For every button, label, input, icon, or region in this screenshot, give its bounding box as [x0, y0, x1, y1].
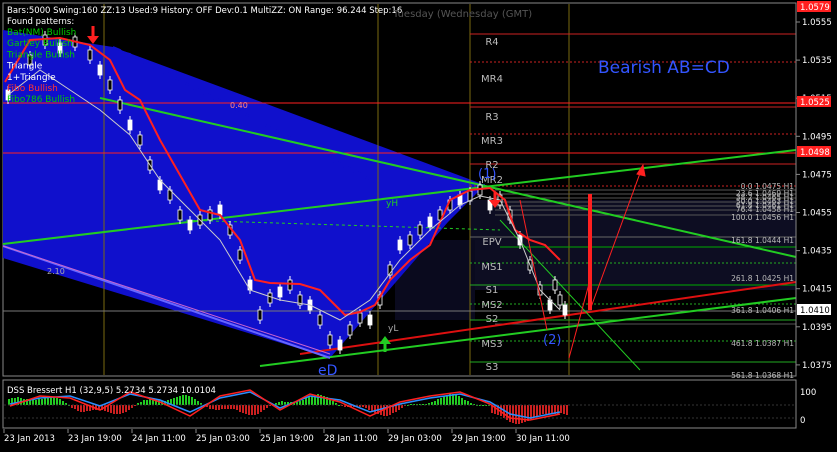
time-label: 29 Jan 03:00 — [388, 434, 442, 444]
fib-level-label: 361.8 1.0406 H1 — [731, 306, 794, 315]
indicator-scale-min: 0 — [800, 416, 805, 426]
pivot-label: R4 — [485, 37, 498, 48]
pivot-label: MR4 — [481, 74, 503, 85]
fib-level-label: 161.8 1.0444 H1 — [731, 236, 794, 245]
time-label: 29 Jan 19:00 — [452, 434, 506, 444]
price-label: 1.0455 — [802, 209, 832, 219]
price-tag: 1.0498 — [797, 146, 831, 158]
price-chart[interactable]: Bars:5000 Swing:160 ZZ:13 Used:9 History… — [0, 0, 837, 448]
pattern-entry: Fibo786 Bullish — [7, 95, 75, 105]
price-tag: 1.0410 — [797, 304, 831, 316]
fib-level-label: 461.8 1.0387 H1 — [731, 339, 794, 348]
price-tags: 1.0579 1.0525 1.0498 1.0410 — [797, 1, 831, 316]
point-label-2: (2) — [543, 333, 561, 348]
time-label: 23 Jan 19:00 — [68, 434, 122, 444]
pivot-label: S3 — [486, 362, 499, 373]
price-tag-text: 1.0498 — [800, 148, 830, 158]
point-label-ed: eD — [318, 363, 337, 379]
time-label: 28 Jan 11:00 — [324, 434, 378, 444]
pattern-entry: Triangle Bullish — [6, 50, 75, 60]
pivot-label: MS1 — [481, 262, 502, 273]
pivot-label: MS3 — [481, 339, 502, 350]
ratio-label: 0.40 — [230, 101, 248, 110]
pattern-entry: 1+Triangle — [7, 73, 56, 83]
pivot-label: MR3 — [481, 136, 503, 147]
price-tag-text: 1.0579 — [800, 3, 830, 13]
time-label: 25 Jan 19:00 — [260, 434, 314, 444]
info-line: Bars:5000 Swing:160 ZZ:13 Used:9 History… — [7, 6, 402, 16]
time-axis: 23 Jan 2013 23 Jan 19:00 24 Jan 11:00 25 Ja… — [3, 429, 570, 444]
point-label-yh: yH — [386, 199, 398, 209]
left-value-label: 2.10 — [47, 267, 65, 276]
pattern-title: Bearish AB=CD — [598, 58, 730, 78]
price-tag: 1.0525 — [797, 96, 831, 108]
time-label: 23 Jan 2013 — [4, 434, 55, 444]
price-tag-text: 1.0525 — [800, 98, 830, 108]
fib-level-label: 261.8 1.0425 H1 — [731, 274, 794, 283]
indicator-title: DSS Bressert H1 (32,9,5) 5.2734 5.2734 1… — [7, 386, 216, 396]
price-label: 1.0395 — [802, 323, 832, 333]
price-label: 1.0495 — [802, 132, 832, 142]
price-label: 1.0475 — [802, 170, 832, 180]
found-patterns-label: Found patterns: — [7, 17, 74, 27]
pattern-entry: Fibo Bullish — [7, 84, 58, 94]
pivot-label: R3 — [485, 112, 498, 123]
pattern-entry: Triangle — [6, 62, 43, 72]
pattern-entry: Gartley Bullish — [7, 39, 73, 49]
time-label: 30 Jan 11:00 — [516, 434, 570, 444]
price-label: 1.0415 — [802, 285, 832, 295]
point-label-1: (1) — [478, 167, 496, 182]
price-tag: 1.0579 — [797, 1, 831, 13]
pivot-label: S2 — [486, 314, 499, 325]
price-label: 1.0375 — [802, 361, 832, 371]
pivot-label: EPV — [482, 237, 501, 248]
price-axis: 1.05551.05351.05151.04951.04751.04551.04… — [795, 3, 832, 376]
trading-terminal: Bars:5000 Swing:160 ZZ:13 Used:9 History… — [0, 0, 837, 448]
point-label-yl: yL — [388, 324, 398, 334]
fib-level-label: 561.8 1.0368 H1 — [731, 371, 794, 380]
indicator-scale-max: 100 — [800, 388, 816, 398]
pattern-entry: Bat(NM) Bullish — [7, 28, 76, 38]
pivot-label: MS2 — [481, 300, 502, 311]
time-label: 24 Jan 11:00 — [132, 434, 186, 444]
time-label: 25 Jan 03:00 — [196, 434, 250, 444]
pivot-label: S1 — [486, 285, 499, 296]
price-label: 1.0555 — [802, 18, 832, 28]
price-label: 1.0435 — [802, 247, 832, 257]
price-label: 1.0535 — [802, 56, 832, 66]
price-tag-text: 1.0410 — [800, 306, 830, 316]
fib-level-label: 100.0 1.0456 H1 — [731, 213, 794, 222]
day-label: Tuesday (Wednesday (GMT) — [392, 9, 532, 20]
